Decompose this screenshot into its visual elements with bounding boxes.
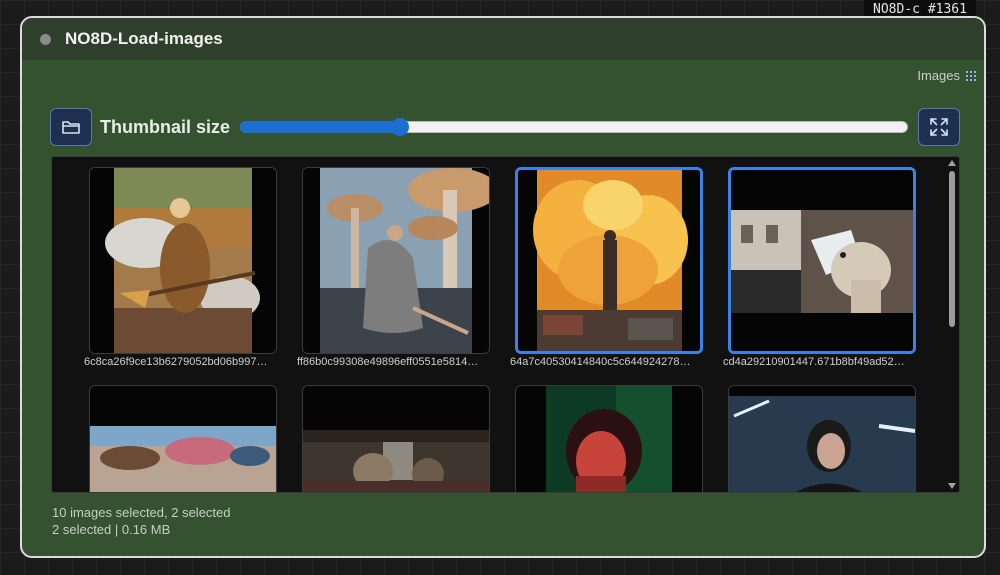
open-folder-button[interactable] xyxy=(50,108,92,146)
load-images-node[interactable]: NO8D-Load-images Images Thumbnail size 6… xyxy=(20,16,986,558)
status-line-1: 10 images selected, 2 selected xyxy=(52,505,231,520)
thumbnail-card[interactable] xyxy=(302,167,490,354)
gallery-scrollbar[interactable] xyxy=(945,157,959,492)
status-line-2: 2 selected | 0.16 MB xyxy=(52,522,171,537)
thumbnail-card[interactable] xyxy=(515,385,703,492)
node-title: NO8D-Load-images xyxy=(65,29,223,48)
thumbnail-size-slider[interactable] xyxy=(240,108,908,146)
thumbnail-card-selected[interactable] xyxy=(728,167,916,354)
gallery-toolbar: Thumbnail size xyxy=(50,108,960,146)
thumbnail-card-selected[interactable] xyxy=(515,167,703,354)
thumbnail-image xyxy=(303,168,489,353)
node-header[interactable]: NO8D-Load-images xyxy=(22,18,984,60)
image-filename[interactable]: ff86b0c99308e49896eff0551e5814… xyxy=(297,356,497,368)
thumbnail-card[interactable] xyxy=(89,385,277,492)
image-filename[interactable]: cd4a29210901447.671b8bf49ad52… xyxy=(723,356,923,368)
folder-icon xyxy=(62,121,80,134)
images-label: Images xyxy=(917,68,960,83)
image-gallery[interactable]: 6c8ca26f9ce13b6279052bd06b997… ff86b0c99… xyxy=(51,156,960,493)
scroll-down-arrow-icon[interactable] xyxy=(948,483,956,489)
thumbnail-image xyxy=(731,170,913,351)
thumbnail-card[interactable] xyxy=(302,385,490,492)
thumbnail-card[interactable] xyxy=(89,167,277,354)
image-filename[interactable]: 6c8ca26f9ce13b6279052bd06b997… xyxy=(84,356,284,368)
thumbnail-image xyxy=(729,386,915,492)
selection-status: 10 images selected, 2 selected 2 selecte… xyxy=(52,504,231,538)
thumbnail-image xyxy=(90,386,276,492)
images-widget-label: Images xyxy=(917,68,976,83)
expand-button[interactable] xyxy=(918,108,960,146)
scroll-up-arrow-icon[interactable] xyxy=(948,160,956,166)
thumbnail-image xyxy=(303,386,489,492)
slider-fill xyxy=(240,121,401,133)
thumbnail-image xyxy=(516,386,702,492)
thumbnail-size-label: Thumbnail size xyxy=(100,116,231,137)
node-status-dot xyxy=(40,33,51,45)
grid-icon xyxy=(966,70,976,81)
image-filename[interactable]: 64a7c40530414840c5c644924278… xyxy=(510,356,710,368)
scrollbar-thumb[interactable] xyxy=(949,171,955,327)
slider-handle[interactable] xyxy=(391,118,410,136)
thumbnail-image xyxy=(90,168,276,353)
expand-arrows-icon xyxy=(930,118,948,136)
thumbnail-image xyxy=(518,170,700,351)
thumbnail-card[interactable] xyxy=(728,385,916,492)
